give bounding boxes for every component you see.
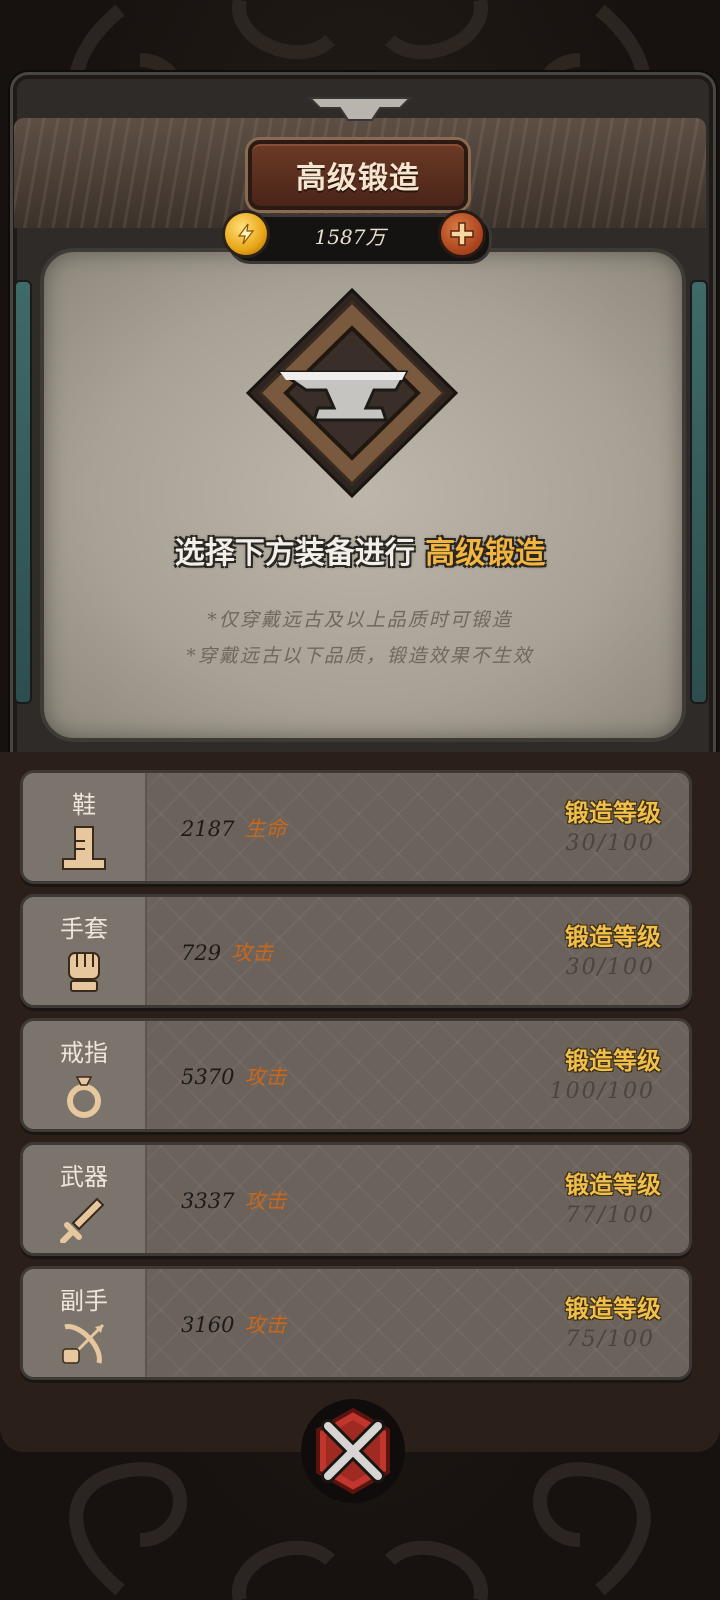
stat-text: 3337 攻击 [181, 1185, 286, 1215]
bow-icon [62, 1323, 105, 1365]
forge-level-value: 77/100 [565, 1203, 655, 1228]
stat-text: 729 攻击 [181, 937, 273, 967]
anvil-icon [246, 288, 458, 498]
ring-icon [67, 1076, 101, 1118]
stat-value: 2187 [181, 817, 235, 841]
left-frame-bar [14, 280, 32, 704]
title-plate: 高级锻造 [248, 140, 468, 210]
instruction-highlight: 高级锻造 [425, 536, 546, 571]
note-line-2: *穿戴远古以下品质，锻造效果不生效 [186, 645, 534, 667]
stat-value: 3160 [181, 1313, 235, 1337]
forge-level-value: 100/100 [549, 1079, 655, 1104]
instruction-prefix: 选择下方装备进行 [174, 536, 415, 571]
slot-name: 手套 [60, 915, 108, 943]
page-title: 高级锻造 [296, 161, 420, 196]
forge-level-label: 锻造等级 [565, 1295, 661, 1323]
sword-icon [60, 1197, 105, 1243]
note-line-1: *仅穿戴远古及以上品质时可锻造 [207, 609, 513, 631]
instruction-text: 选择下方装备进行 高级锻造 [60, 528, 660, 572]
equipment-row-offhand[interactable]: 副手 3160 攻击 锻造等级 75/100 [20, 1266, 692, 1380]
stat-value: 729 [181, 941, 222, 965]
fist-icon [68, 952, 100, 992]
forge-level-value: 30/100 [565, 831, 655, 856]
stat-value: 5370 [181, 1065, 235, 1089]
stat-label: 攻击 [244, 1065, 287, 1089]
plus-icon [450, 222, 474, 246]
lightning-coin-icon [222, 210, 270, 258]
close-button[interactable] [298, 1396, 408, 1506]
stat-label: 攻击 [244, 1189, 287, 1213]
stat-label: 攻击 [231, 941, 274, 965]
stat-text: 3160 攻击 [181, 1309, 286, 1339]
forge-level-label: 锻造等级 [565, 799, 661, 827]
close-x-icon [301, 1399, 405, 1503]
equipment-row-weapon[interactable]: 武器 3337 攻击 锻造等级 77/100 [20, 1142, 692, 1256]
forge-level-value: 75/100 [565, 1327, 655, 1352]
right-frame-bar [690, 280, 708, 704]
stat-value: 3337 [181, 1189, 235, 1213]
stat-text: 2187 生命 [181, 813, 286, 843]
forge-level-value: 30/100 [565, 955, 655, 980]
currency-amount: 1587万 [314, 225, 386, 249]
slot-name: 武器 [60, 1163, 108, 1191]
slot-name: 鞋 [72, 791, 96, 819]
anvil-crest-icon [307, 97, 413, 121]
equipment-row-gloves[interactable]: 手套 729 攻击 锻造等级 30/100 [20, 894, 692, 1008]
forge-level-label: 锻造等级 [565, 923, 661, 951]
equipment-row-ring[interactable]: 戒指 5370 攻击 锻造等级 100/100 [20, 1018, 692, 1132]
equipment-row-shoes[interactable]: 鞋 2187 生命 锻造等级 30/100 [20, 770, 692, 884]
add-currency-button[interactable] [438, 210, 486, 258]
forge-level-label: 锻造等级 [565, 1047, 661, 1075]
stat-text: 5370 攻击 [181, 1061, 286, 1091]
stat-label: 攻击 [244, 1313, 287, 1337]
forge-level-label: 锻造等级 [565, 1171, 661, 1199]
slot-name: 戒指 [60, 1039, 108, 1067]
stat-label: 生命 [244, 817, 287, 841]
boot-icon [62, 826, 106, 870]
slot-name: 副手 [60, 1287, 108, 1315]
